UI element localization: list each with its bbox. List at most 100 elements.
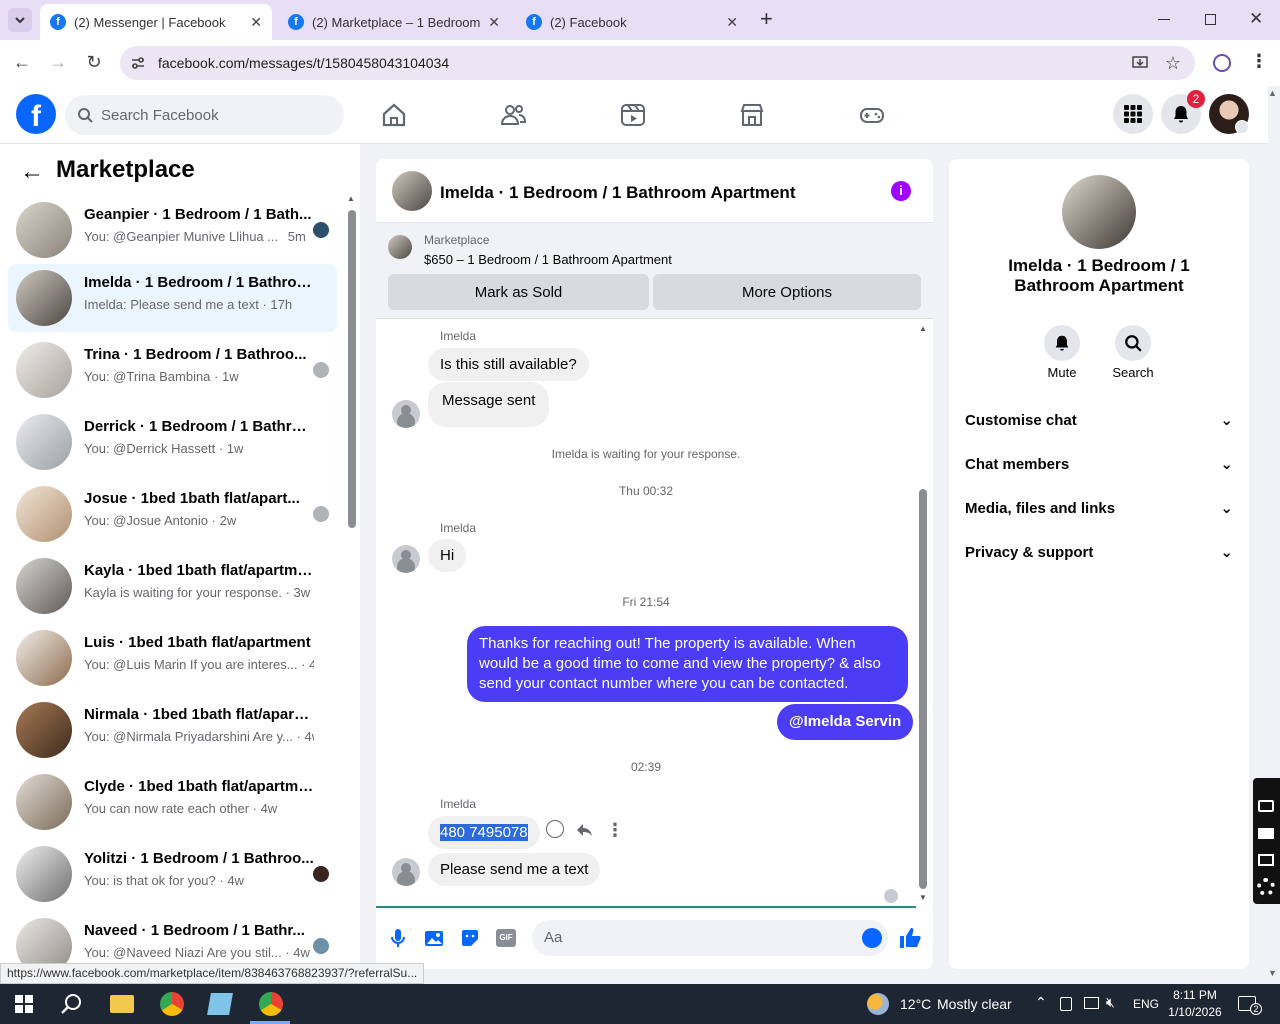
privacy-support-row[interactable]: Privacy & support ⌄ — [965, 538, 1233, 566]
chat-scrollbar-thumb[interactable] — [919, 489, 927, 889]
thumbs-up-icon[interactable] — [898, 926, 922, 950]
incoming-message-phone[interactable]: 480 7495078 — [428, 816, 540, 849]
window-icon[interactable] — [1258, 854, 1274, 866]
restore-icon[interactable] — [1205, 14, 1216, 25]
tray-meet-icon[interactable] — [1060, 997, 1072, 1011]
back-icon[interactable]: ← — [10, 52, 34, 73]
notepad-icon[interactable] — [207, 993, 233, 1015]
incoming-message[interactable]: Hi — [428, 539, 467, 572]
volume-muted-icon[interactable]: 🔇︎ — [1106, 994, 1115, 1011]
network-icon[interactable] — [1084, 997, 1099, 1009]
tab-close-icon[interactable]: ✕ — [726, 14, 738, 31]
incoming-message[interactable]: Please send me a text — [428, 853, 601, 886]
sender-avatar[interactable] — [392, 545, 420, 573]
gif-icon[interactable]: GIF — [496, 929, 516, 947]
clock-time[interactable]: 8:11 PM — [1162, 988, 1228, 1002]
page-scrollbar-up[interactable]: ▲ — [1268, 88, 1277, 98]
emoji-icon[interactable] — [862, 928, 882, 948]
photo-icon[interactable] — [424, 928, 444, 948]
selected-phone-number[interactable]: 480 7495078 — [440, 824, 528, 841]
incoming-message[interactable]: Message sent — [428, 382, 550, 427]
conversation-item[interactable]: Derrick · 1 Bedroom / 1 Bathroo... You: … — [8, 408, 337, 476]
video-camera-icon[interactable] — [1258, 828, 1274, 839]
listing-thumbnail[interactable] — [388, 235, 412, 259]
back-arrow-icon[interactable]: ← — [20, 158, 44, 186]
search-icon[interactable] — [61, 993, 83, 1015]
camera-icon[interactable] — [1258, 800, 1274, 812]
minimize-icon[interactable] — [1158, 19, 1170, 20]
reply-icon[interactable] — [575, 821, 593, 839]
new-tab-button[interactable]: + — [760, 6, 773, 32]
conversation-item[interactable]: Josue · 1bed 1bath flat/apart... You: @J… — [8, 480, 337, 548]
chat-members-row[interactable]: Chat members ⌄ — [965, 450, 1233, 478]
media-files-links-row[interactable]: Media, files and links ⌄ — [965, 494, 1233, 522]
chrome-icon[interactable] — [160, 992, 184, 1016]
facebook-logo-icon[interactable]: f — [16, 94, 56, 134]
weather-text[interactable]: Mostly clear — [937, 996, 1012, 1012]
chat-scroll-down[interactable]: ▼ — [919, 893, 927, 902]
sticker-icon[interactable] — [460, 928, 480, 948]
facebook-search-input[interactable]: Search Facebook — [65, 95, 344, 135]
info-icon[interactable]: i — [891, 181, 911, 201]
home-icon[interactable] — [380, 101, 408, 129]
conversation-item[interactable]: Trina · 1 Bedroom / 1 Bathroo... You: @T… — [8, 336, 337, 404]
close-window-icon[interactable]: ✕ — [1249, 9, 1263, 29]
clock-date[interactable]: 1/10/2026 — [1162, 1005, 1228, 1019]
conversation-list-scrollbar[interactable] — [348, 210, 356, 528]
sender-avatar[interactable] — [392, 858, 420, 886]
tab-close-icon[interactable]: ✕ — [488, 14, 500, 31]
conversation-photo[interactable] — [1062, 175, 1136, 249]
conversation-item-selected[interactable]: Imelda · 1 Bedroom / 1 Bathroo... Imelda… — [8, 264, 337, 332]
marketplace-icon[interactable] — [738, 101, 766, 129]
microphone-icon[interactable] — [388, 928, 408, 948]
conversation-item[interactable]: Geanpier · 1 Bedroom / 1 Bath... You: @G… — [8, 196, 337, 264]
video-icon[interactable] — [619, 101, 647, 129]
conversation-item[interactable]: Clyde · 1bed 1bath flat/apartment You ca… — [8, 768, 337, 836]
gaming-icon[interactable] — [858, 101, 886, 129]
friends-icon[interactable] — [499, 101, 527, 129]
windows-start-icon[interactable] — [15, 995, 33, 1013]
more-options-button[interactable]: More Options — [653, 274, 921, 310]
menu-grid-button[interactable] — [1113, 94, 1153, 134]
chat-title[interactable]: Imelda · 1 Bedroom / 1 Bathroom Apartmen… — [440, 183, 795, 203]
listing-title[interactable]: $650 – 1 Bedroom / 1 Bathroom Apartment — [424, 252, 672, 267]
chrome-active-icon[interactable] — [259, 992, 283, 1016]
outgoing-mention-message[interactable]: @Imelda Servin — [777, 704, 914, 740]
conversation-item[interactable]: Nirmala · 1bed 1bath flat/apartm... You:… — [8, 696, 337, 764]
url-text[interactable]: facebook.com/messages/t/1580458043104034 — [158, 55, 449, 71]
input-language[interactable]: ENG — [1133, 997, 1159, 1011]
chat-scroll-up[interactable]: ▲ — [919, 324, 927, 333]
search-conversation-button[interactable] — [1115, 325, 1151, 361]
outgoing-message[interactable]: Thanks for reaching out! The property is… — [467, 626, 908, 702]
browser-tab-marketplace[interactable]: f (2) Marketplace – 1 Bedroom / ✕ — [278, 4, 510, 40]
conversation-item[interactable]: Naveed · 1 Bedroom / 1 Bathr... You: @Na… — [8, 912, 337, 970]
page-scroll-down[interactable]: ▼ — [1268, 968, 1277, 978]
customise-chat-row[interactable]: Customise chat ⌄ — [965, 406, 1233, 434]
tray-overflow-icon[interactable]: ⌃ — [1035, 994, 1047, 1011]
more-actions-icon[interactable]: ⋮ — [606, 820, 624, 841]
profile-icon[interactable] — [1213, 54, 1231, 72]
browser-menu-icon[interactable]: ⋮ — [1250, 51, 1268, 72]
conversation-item[interactable]: Kayla · 1bed 1bath flat/apartment Kayla … — [8, 552, 337, 620]
sender-avatar[interactable] — [392, 400, 420, 428]
scroll-up-arrow[interactable]: ▲ — [347, 194, 355, 203]
settings-gear-icon[interactable] — [1257, 878, 1275, 896]
incoming-message[interactable]: Is this still available? — [428, 348, 589, 381]
react-emoji-icon[interactable] — [546, 820, 564, 838]
site-settings-icon[interactable] — [130, 55, 146, 71]
reload-icon[interactable]: ↻ — [82, 52, 106, 73]
browser-tab-messenger[interactable]: f (2) Messenger | Facebook ✕ — [40, 4, 272, 40]
account-chevron-icon[interactable] — [1235, 120, 1249, 134]
mark-as-sold-button[interactable]: Mark as Sold — [388, 274, 649, 310]
tab-search-button[interactable] — [8, 8, 32, 32]
bookmark-star-icon[interactable]: ☆ — [1165, 53, 1181, 74]
tab-close-icon[interactable]: ✕ — [250, 14, 262, 31]
install-app-icon[interactable] — [1131, 54, 1149, 72]
chat-avatar[interactable] — [392, 171, 432, 211]
browser-tab-facebook[interactable]: f (2) Facebook ✕ — [516, 4, 748, 40]
conversation-item[interactable]: Luis · 1bed 1bath flat/apartment You: @L… — [8, 624, 337, 692]
conversation-item[interactable]: Yolitzi · 1 Bedroom / 1 Bathroo... You: … — [8, 840, 337, 908]
weather-temp[interactable]: 12°C — [900, 996, 931, 1012]
file-explorer-icon[interactable] — [110, 995, 134, 1013]
message-input[interactable]: Aa — [532, 920, 888, 956]
